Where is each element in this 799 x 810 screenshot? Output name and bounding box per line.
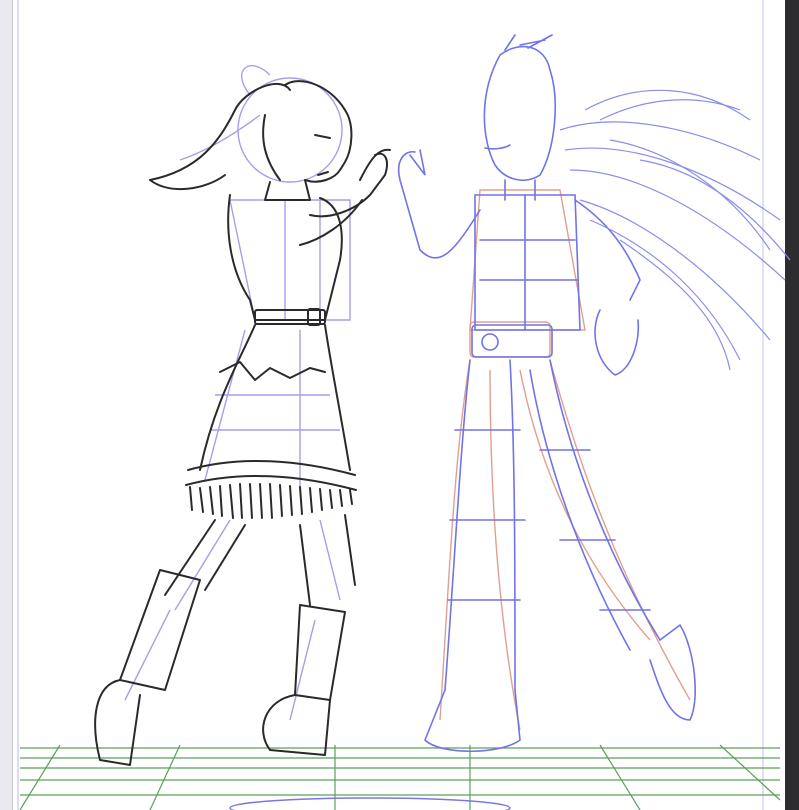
sketch-artwork <box>17 0 791 810</box>
figure-salmon-layer <box>439 189 691 731</box>
perspective-grid <box>19 744 781 810</box>
figure-blue-layer <box>397 34 696 752</box>
girl-ink <box>94 80 391 766</box>
drawing-canvas[interactable] <box>0 0 799 810</box>
ground-ellipse <box>229 797 511 810</box>
girl-construction <box>124 65 351 721</box>
